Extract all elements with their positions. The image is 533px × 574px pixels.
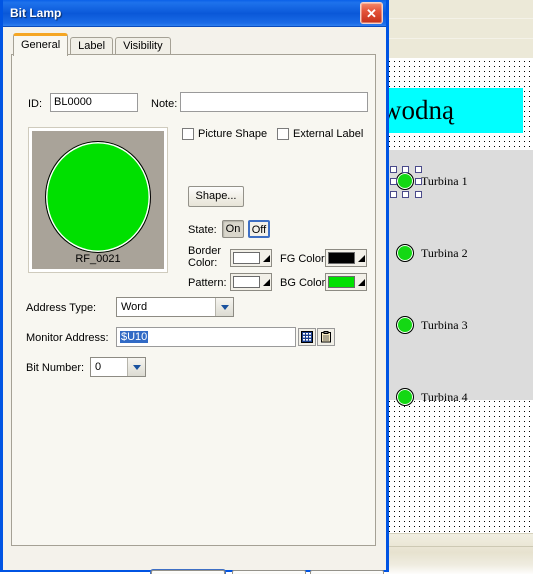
pattern-swatch: [233, 276, 260, 288]
pattern-label: Pattern:: [188, 277, 227, 289]
lamp-label: Turbina 1: [421, 173, 468, 188]
lamp-indicator[interactable]: [390, 166, 422, 198]
lamp-label: Turbina 3: [421, 317, 468, 332]
close-icon[interactable]: ✕: [360, 2, 383, 24]
external-label-label: External Label: [293, 128, 364, 140]
lamp-preview-caption: RF_0021: [75, 253, 121, 265]
state-off-button[interactable]: Off: [248, 220, 270, 238]
note-label: Note:: [151, 98, 178, 110]
bit-lamp-dialog: Bit Lamp ✕ General Label Visibility ID: …: [0, 0, 389, 574]
canvas-banner-text: wodną: [386, 95, 454, 125]
bg-color-swatch: [328, 276, 355, 288]
tab-label[interactable]: Label: [70, 37, 114, 55]
id-input[interactable]: BL0000: [50, 93, 138, 112]
canvas-lamp-turbina-1[interactable]: Turbina 1: [390, 166, 468, 198]
dialog-titlebar[interactable]: Bit Lamp ✕: [3, 0, 386, 27]
background-application: wodną Turbina 1 Turbina 2 Turbina 3 Turb…: [386, 0, 533, 574]
dialog-body: General Label Visibility ID: BL0000 Note…: [3, 27, 386, 574]
lamp-preview: RF_0021: [28, 127, 168, 273]
monitor-address-input[interactable]: $U10: [116, 327, 296, 347]
dropdown-triangle-icon[interactable]: [358, 278, 365, 286]
bg-color-button[interactable]: [325, 273, 367, 291]
clipboard-glyph: [321, 331, 331, 343]
border-color-label: Border Color:: [188, 245, 222, 269]
checkbox-box-icon[interactable]: [277, 128, 289, 140]
keypad-glyph: [301, 331, 313, 343]
bg-color-label: BG Color:: [280, 277, 329, 289]
dropdown-triangle-icon[interactable]: [358, 254, 365, 262]
pattern-button[interactable]: [230, 273, 272, 291]
address-type-value: Word: [121, 300, 148, 313]
screen: wodną Turbina 1 Turbina 2 Turbina 3 Turb…: [0, 0, 533, 574]
lamp-indicator[interactable]: [396, 244, 414, 262]
picture-shape-checkbox[interactable]: Picture Shape: [182, 128, 267, 140]
tab-panel-general: ID: BL0000 Note: RF_0021 Picture Shape E…: [11, 54, 376, 546]
tab-bar: General Label Visibility: [13, 33, 173, 56]
picture-shape-label: Picture Shape: [198, 128, 268, 140]
external-label-checkbox[interactable]: External Label: [277, 128, 363, 140]
chevron-down-icon[interactable]: [127, 358, 145, 376]
canvas-panel: Turbina 1 Turbina 2 Turbina 3 Turbina 4: [386, 150, 533, 406]
background-toolbar: [386, 0, 533, 59]
canvas-lamp-turbina-2[interactable]: Turbina 2: [396, 244, 468, 262]
dialog-title: Bit Lamp: [10, 6, 62, 20]
selection-handles[interactable]: [390, 166, 422, 198]
checkbox-box-icon[interactable]: [182, 128, 194, 140]
state-label: State:: [188, 224, 217, 236]
lamp-indicator[interactable]: [396, 388, 414, 406]
canvas-lamp-turbina-4[interactable]: Turbina 4: [396, 388, 468, 406]
border-color-button[interactable]: [230, 249, 272, 267]
canvas-lamp-turbina-3[interactable]: Turbina 3: [396, 316, 468, 334]
fg-color-label: FG Color:: [280, 253, 328, 265]
chevron-down-icon[interactable]: [215, 298, 233, 316]
fg-color-swatch: [328, 252, 355, 264]
ok-button[interactable]: OK: [151, 570, 225, 574]
bit-number-label: Bit Number:: [26, 362, 85, 374]
id-label: ID:: [28, 98, 43, 110]
state-on-button[interactable]: On: [222, 220, 244, 238]
background-statusbar: [386, 533, 533, 574]
shape-button[interactable]: Shape...: [188, 186, 244, 207]
lamp-preview-shape: [45, 141, 151, 253]
fg-color-button[interactable]: [325, 249, 367, 267]
address-type-label: Address Type:: [26, 302, 97, 314]
lamp-label: Turbina 2: [421, 245, 468, 260]
address-type-select[interactable]: Word: [116, 297, 234, 317]
monitor-address-label: Monitor Address:: [26, 332, 109, 344]
tab-visibility[interactable]: Visibility: [115, 37, 171, 55]
clipboard-icon[interactable]: [317, 328, 335, 346]
cancel-button[interactable]: Anuluj: [232, 570, 306, 574]
bit-number-value: 0: [95, 360, 102, 373]
dropdown-triangle-icon[interactable]: [263, 278, 270, 286]
lamp-label: Turbina 4: [421, 389, 468, 404]
keypad-icon[interactable]: [298, 328, 316, 346]
canvas-banner[interactable]: wodną: [386, 88, 523, 133]
help-button[interactable]: Pomoc: [310, 570, 384, 574]
lamp-indicator[interactable]: [396, 316, 414, 334]
lamp-preview-surface: RF_0021: [32, 131, 164, 269]
editor-canvas[interactable]: wodną Turbina 1 Turbina 2 Turbina 3 Turb…: [386, 58, 533, 533]
bit-number-select[interactable]: 0: [90, 357, 146, 377]
dropdown-triangle-icon[interactable]: [263, 254, 270, 262]
note-input[interactable]: [180, 92, 368, 112]
monitor-address-value: $U10: [120, 331, 149, 343]
tab-general[interactable]: General: [13, 33, 69, 56]
border-color-swatch: [233, 252, 260, 264]
